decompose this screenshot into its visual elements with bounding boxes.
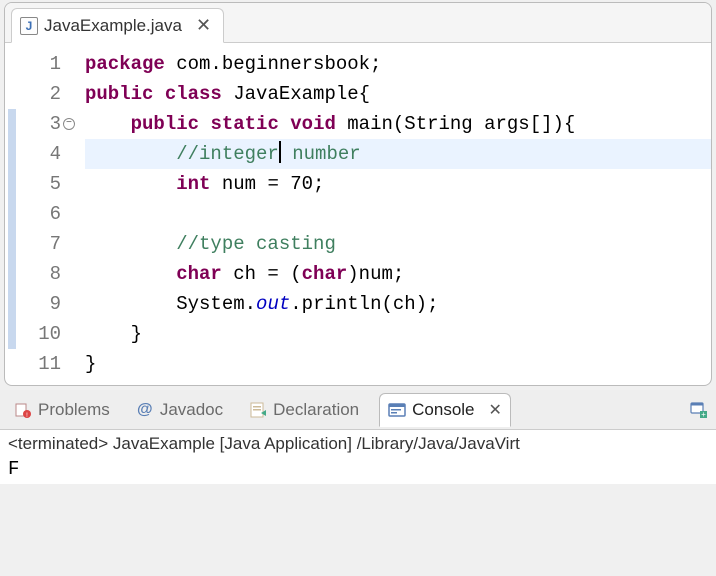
console-status: <terminated> JavaExample [Java Applicati… [8, 434, 708, 454]
line-number: 3− [19, 109, 61, 139]
fold-icon[interactable]: − [63, 118, 75, 130]
code-line: } [85, 319, 711, 349]
line-number: 10 [19, 319, 61, 349]
svg-text:+: + [701, 410, 706, 419]
code-editor[interactable]: 1 2 3− 4 5 6 7 8 9 10 11 package com.beg… [5, 43, 711, 385]
tab-declaration[interactable]: Declaration [243, 396, 365, 424]
editor-panel: J JavaExample.java ✕ 1 2 3− 4 5 6 7 [4, 2, 712, 386]
code-line-current: //integer number [85, 139, 711, 169]
code-line: public static void main(String args[]){ [85, 109, 711, 139]
editor-tab-filename: JavaExample.java [44, 16, 182, 36]
line-number: 8 [19, 259, 61, 289]
javadoc-icon: @ [136, 401, 154, 419]
code-line: } [85, 349, 711, 379]
code-line: char ch = (char)num; [85, 259, 711, 289]
console-icon [388, 401, 406, 419]
open-console-icon[interactable]: + [690, 401, 708, 419]
java-file-icon: J [20, 17, 38, 35]
line-number: 11 [19, 349, 61, 379]
line-number: 2 [19, 79, 61, 109]
tab-problems[interactable]: ! Problems [8, 396, 116, 424]
declaration-icon [249, 401, 267, 419]
change-margin [5, 49, 19, 379]
line-number: 5 [19, 169, 61, 199]
console-panel: <terminated> JavaExample [Java Applicati… [0, 430, 716, 484]
tab-console[interactable]: Console ✕ [379, 393, 511, 427]
line-number: 4 [19, 139, 61, 169]
tab-label: Console [412, 400, 474, 420]
line-number: 1 [19, 49, 61, 79]
line-number: 9 [19, 289, 61, 319]
code-line: int num = 70; [85, 169, 711, 199]
line-number-gutter: 1 2 3− 4 5 6 7 8 9 10 11 [19, 49, 65, 379]
editor-tab-bar: J JavaExample.java ✕ [5, 3, 711, 43]
tab-javadoc[interactable]: @ Javadoc [130, 396, 229, 424]
editor-tab[interactable]: J JavaExample.java ✕ [11, 8, 224, 43]
close-icon[interactable]: ✕ [489, 400, 502, 420]
code-line: package com.beginnersbook; [85, 49, 711, 79]
code-line [85, 199, 711, 229]
code-line: //type casting [85, 229, 711, 259]
tab-label: Problems [38, 400, 110, 420]
problems-icon: ! [14, 401, 32, 419]
tab-label: Declaration [273, 400, 359, 420]
code-line: public class JavaExample{ [85, 79, 711, 109]
close-icon[interactable]: ✕ [196, 15, 211, 36]
code-line: System.out.println(ch); [85, 289, 711, 319]
code-content[interactable]: package com.beginnersbook; public class … [65, 49, 711, 379]
console-output: F [8, 454, 708, 480]
bottom-views-tab-bar: ! Problems @ Javadoc Declaration Console… [0, 390, 716, 430]
line-number: 6 [19, 199, 61, 229]
line-number: 7 [19, 229, 61, 259]
tab-label: Javadoc [160, 400, 223, 420]
